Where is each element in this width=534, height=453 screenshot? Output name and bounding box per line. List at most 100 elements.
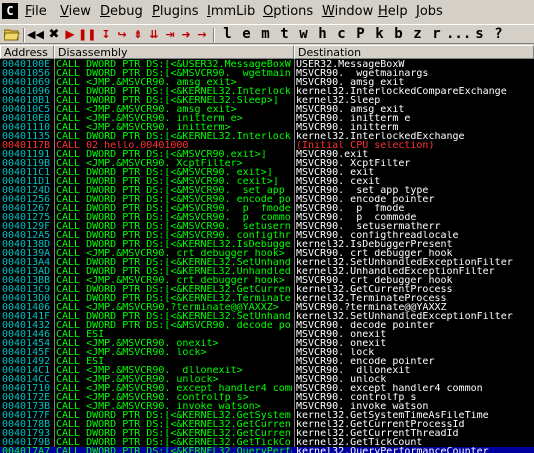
- open-icon[interactable]: [4, 26, 20, 43]
- table-row[interactable]: 00401275 CALL DWORD PTR DS:[<&MSVCR90.__p…: [0, 213, 534, 222]
- table-row[interactable]: 004014C1 CALL <JMP.&MSVCR90.__dllonexit> M…: [0, 366, 534, 375]
- pause-icon[interactable]: ↧: [98, 26, 114, 43]
- table-row[interactable]: 00401267 CALL DWORD PTR DS:[<&MSVCR90.__p…: [0, 204, 534, 213]
- destination-cell: MSVCR90.__wgetmainargs: [296, 69, 429, 78]
- menu-mnemonic: D: [100, 4, 111, 19]
- trace-over-icon[interactable]: ⇥: [162, 26, 178, 43]
- menu-bar: C File View Debug Plugins ImmLib Options Windo…: [0, 0, 534, 24]
- destination-cell: MSVCR90._encode_pointer: [296, 195, 435, 204]
- table-row[interactable]: 004011D1 CALL DWORD PTR DS:[<&MSVCR90._ce…: [0, 177, 534, 186]
- intermodular-calls-list[interactable]: 0040100E CALL DWORD PTR DS:[<&USER32.Mess…: [0, 59, 534, 453]
- address-cell: 00401056: [2, 69, 51, 78]
- table-row[interactable]: 0040139A CALL <JMP.&MSVCR90._crt_debugger…: [0, 249, 534, 258]
- table-row[interactable]: 00401056 CALL DWORD PTR DS:[<&MSVCR90.__w…: [0, 69, 534, 78]
- table-row[interactable]: 004013BB CALL <JMP.&MSVCR90._crt_debugger…: [0, 276, 534, 285]
- table-row[interactable]: 0040119B CALL <JMP.&MSVCR90._XcptFilter> M…: [0, 159, 534, 168]
- play-icon[interactable]: ❚❚: [78, 26, 96, 43]
- column-address[interactable]: Address: [0, 45, 54, 59]
- table-row[interactable]: 004013D0 CALL DWORD PTR DS:[<&KERNEL32.Te…: [0, 294, 534, 303]
- toolbar-window-r[interactable]: r: [427, 26, 446, 43]
- table-row[interactable]: 00401256 CALL DWORD PTR DS:[<&MSVCR90._en…: [0, 195, 534, 204]
- toolbar-window-l[interactable]: l: [218, 26, 237, 43]
- toolbar-window-b[interactable]: b: [389, 26, 408, 43]
- toolbar-window-m[interactable]: m: [256, 26, 275, 43]
- table-row[interactable]: 0040141F CALL DWORD PTR DS:[<&KERNEL32.Se…: [0, 312, 534, 321]
- table-row[interactable]: 00401191 CALL DWORD PTR DS:[<&MSVCR90.exi…: [0, 150, 534, 159]
- menu-debug[interactable]: Debug: [100, 4, 143, 19]
- goto-icon[interactable]: →: [194, 26, 210, 43]
- table-row[interactable]: 00401069 CALL <JMP.&MSVCR90._amsg_exit> MS…: [0, 78, 534, 87]
- app-icon[interactable]: C: [2, 3, 18, 19]
- destination-cell: kernel32.GetCurrentProcessId: [296, 420, 465, 429]
- table-row[interactable]: 0040173B CALL <JMP.&MSVCR90._invoke_watso…: [0, 402, 534, 411]
- column-destination[interactable]: Destination: [294, 45, 534, 59]
- table-row[interactable]: 0040100E CALL DWORD PTR DS:[<&USER32.Mess…: [0, 60, 534, 69]
- table-row[interactable]: 004010E8 CALL <JMP.&MSVCR90._initterm_e> M…: [0, 114, 534, 123]
- toolbar-window-ellipsis[interactable]: ...: [446, 26, 471, 43]
- toolbar-window-k[interactable]: k: [370, 26, 389, 43]
- menu-label-rest: obs: [419, 4, 443, 19]
- open-icon[interactable]: ◀◀: [27, 26, 44, 43]
- menu-plugins[interactable]: Plugins: [152, 4, 199, 19]
- toolbar-window-s[interactable]: s: [470, 26, 489, 43]
- menu-file[interactable]: File: [25, 4, 47, 19]
- toolbar-window-e[interactable]: e: [237, 26, 256, 43]
- table-row[interactable]: 004010B1 CALL DWORD PTR DS:[<&KERNEL32.Sl…: [0, 96, 534, 105]
- table-row[interactable]: 004011C1 CALL DWORD PTR DS:[<&MSVCR90._ex…: [0, 168, 534, 177]
- step-into-icon[interactable]: ↪: [114, 26, 130, 43]
- table-row[interactable]: 004013A4 CALL DWORD PTR DS:[<&KERNEL32.Se…: [0, 258, 534, 267]
- table-row[interactable]: 00401793 CALL DWORD PTR DS:[<&KERNEL32.Ge…: [0, 429, 534, 438]
- table-row[interactable]: 004013AD CALL DWORD PTR DS:[<&KERNEL32.Un…: [0, 267, 534, 276]
- table-row[interactable]: 00401710 CALL <JMP.&MSVCR90._except_handl…: [0, 384, 534, 393]
- destination-cell: MSVCR90._configthreadlocale: [296, 231, 459, 240]
- table-row[interactable]: 0040178B CALL DWORD PTR DS:[<&KERNEL32.Ge…: [0, 420, 534, 429]
- rewind-icon[interactable]: ✖: [46, 26, 62, 43]
- table-row[interactable]: 00401406 CALL <JMP.&MSVCR90.?terminate@@Y…: [0, 303, 534, 312]
- toolbar-window-z[interactable]: z: [408, 26, 427, 43]
- disassembly-cell: CALL DWORD PTR DS:[<&KERNEL32.SetUnhand: [56, 258, 291, 267]
- step-over-icon[interactable]: ⇟: [130, 26, 146, 43]
- destination-cell: kernel32.Sleep: [296, 96, 381, 105]
- menu-view[interactable]: View: [60, 4, 91, 19]
- toolbar-window-w[interactable]: w: [294, 26, 313, 43]
- column-disassembly[interactable]: Disassembly: [54, 45, 294, 59]
- table-row[interactable]: 0040179B CALL DWORD PTR DS:[<&KERNEL32.Ge…: [0, 438, 534, 447]
- table-row[interactable]: 004014CC CALL <JMP.&MSVCR90._unlock> MSVCR…: [0, 375, 534, 384]
- execute-till-return-icon[interactable]: ➜: [178, 26, 194, 43]
- menu-options[interactable]: Options: [263, 4, 313, 19]
- table-row[interactable]: 0040177F CALL DWORD PTR DS:[<&KERNEL32.Ge…: [0, 411, 534, 420]
- table-row[interactable]: 00401454 CALL <JMP.&MSVCR90._onexit> MSVCR…: [0, 339, 534, 348]
- table-row[interactable]: 00401446 CALL ESI MSVCR90._onexit: [0, 330, 534, 339]
- toolbar-window-P[interactable]: P: [351, 26, 370, 43]
- table-row[interactable]: 004012A5 CALL DWORD PTR DS:[<&MSVCR90._co…: [0, 231, 534, 240]
- menu-help[interactable]: Help: [378, 4, 408, 19]
- disassembly-cell: CALL DWORD PTR DS:[<&KERNEL32.GetCurren: [56, 285, 291, 294]
- trace-into-icon[interactable]: ⇊: [146, 26, 162, 43]
- disassembly-cell: CALL DWORD PTR DS:[<&KERNEL32.QueryPerfo: [56, 447, 292, 453]
- table-row[interactable]: 004013C9 CALL DWORD PTR DS:[<&KERNEL32.Ge…: [0, 285, 534, 294]
- disassembly-cell: CALL DWORD PTR DS:[<&KERNEL32.GetCurren: [56, 420, 291, 429]
- table-row[interactable]: 0040172E CALL <JMP.&MSVCR90._controlfp_s>…: [0, 393, 534, 402]
- table-row[interactable]: 0040138D CALL DWORD PTR DS:[<&KERNEL32.Is…: [0, 240, 534, 249]
- toolbar-window-h[interactable]: h: [313, 26, 332, 43]
- table-row[interactable]: 00401096 CALL DWORD PTR DS:[<&KERNEL32.In…: [0, 87, 534, 96]
- table-row[interactable]: 0040124D CALL DWORD PTR DS:[<&MSVCR90.__s…: [0, 186, 534, 195]
- table-row[interactable]: 004010C5 CALL <JMP.&MSVCR90._amsg_exit> MS…: [0, 105, 534, 114]
- address-cell: 0040178B: [2, 420, 51, 429]
- table-row[interactable]: 00401432 CALL DWORD PTR DS:[<&MSVCR90._de…: [0, 321, 534, 330]
- toolbar-window-t[interactable]: t: [275, 26, 294, 43]
- menu-window[interactable]: Window: [322, 4, 373, 19]
- table-row[interactable]: 0040129F CALL DWORD PTR DS:[<&MSVCR90.__s…: [0, 222, 534, 231]
- toolbar-window-c[interactable]: c: [332, 26, 351, 43]
- menu-immlib[interactable]: ImmLib: [207, 4, 255, 19]
- destination-cell: MSVCR90.__p__commode: [296, 213, 417, 222]
- menu-jobs[interactable]: Jobs: [416, 4, 443, 19]
- table-row[interactable]: 0040117B CALL 02_hello.00401000 (Initial C…: [0, 141, 534, 150]
- close-icon[interactable]: ▶: [62, 26, 78, 43]
- table-row[interactable]: 00401135 CALL DWORD PTR DS:[<&KERNEL32.In…: [0, 132, 534, 141]
- table-row[interactable]: 0040145F CALL <JMP.&MSVCR90._lock> MSVCR90…: [0, 348, 534, 357]
- table-row[interactable]: 004017A7 CALL DWORD PTR DS:[<&KERNEL32.Qu…: [0, 447, 534, 453]
- table-row[interactable]: 00401492 CALL ESI MSVCR90._encode_pointer: [0, 357, 534, 366]
- table-row[interactable]: 00401110 CALL <JMP.&MSVCR90._initterm> MSV…: [0, 123, 534, 132]
- toolbar-window-help[interactable]: ?: [489, 26, 508, 43]
